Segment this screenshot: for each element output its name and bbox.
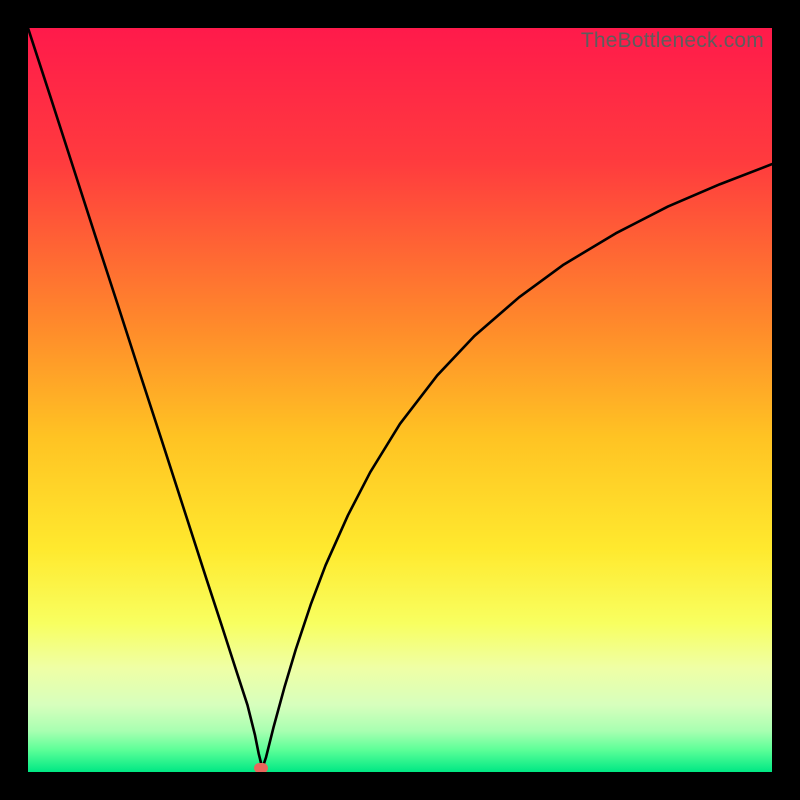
bottleneck-curve xyxy=(28,28,772,772)
plot-area: TheBottleneck.com xyxy=(28,28,772,772)
optimal-marker xyxy=(254,763,268,772)
watermark-text: TheBottleneck.com xyxy=(581,29,764,53)
